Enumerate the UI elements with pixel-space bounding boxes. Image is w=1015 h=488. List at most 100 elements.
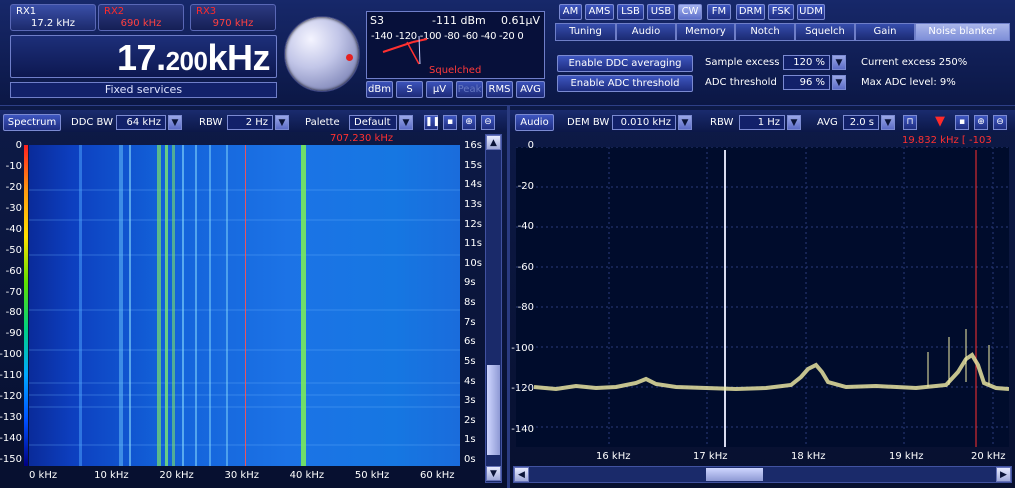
scroll-right-icon[interactable]: ▶ xyxy=(996,467,1011,482)
tab-squelch[interactable]: Squelch xyxy=(795,23,855,41)
rx1-tab[interactable]: RX1 17.2 kHz xyxy=(10,4,96,31)
mode-am[interactable]: AM xyxy=(559,4,582,20)
scroll-down-icon[interactable]: ▼ xyxy=(486,466,501,481)
tab-notch[interactable]: Notch xyxy=(735,23,795,41)
squelch-status: Squelched xyxy=(429,65,482,76)
db-tick: -130 xyxy=(0,412,22,424)
zoom-out-icon[interactable]: ⊖ xyxy=(481,115,495,130)
db-tick: -100 xyxy=(0,349,22,361)
max-adc-readout: Max ADC level: 9% xyxy=(861,77,956,88)
db-axis: 0 -10 -20 -30 -40 -50 -60 -70 -80 -90 -100 -110 -120… xyxy=(0,140,24,470)
adc-threshold-label: ADC threshold xyxy=(705,77,777,88)
frequency-display[interactable]: 17.200kHz xyxy=(10,35,277,78)
palette-select[interactable]: Default xyxy=(349,115,397,130)
enable-ddc-averaging-button[interactable]: Enable DDC averaging xyxy=(557,55,693,72)
scroll-left-icon[interactable]: ◀ xyxy=(514,467,529,482)
marker-triangle-icon[interactable]: ▼ xyxy=(935,115,945,129)
mode-lsb[interactable]: LSB xyxy=(617,4,644,20)
time-tick: 14s xyxy=(464,179,482,191)
meter-avg-button[interactable]: AVG xyxy=(516,81,545,98)
meter-peak-button[interactable]: Peak xyxy=(456,81,483,98)
mode-usb[interactable]: USB xyxy=(647,4,675,20)
adc-threshold-input[interactable]: 96 % xyxy=(783,75,830,90)
zoom-in-icon[interactable]: ⊕ xyxy=(462,115,476,130)
tab-gain[interactable]: Gain xyxy=(855,23,915,41)
mode-ams[interactable]: AMS xyxy=(585,4,614,20)
meter-rms-button[interactable]: RMS xyxy=(486,81,513,98)
save-icon[interactable]: ▪ xyxy=(443,115,457,130)
time-tick: 2s xyxy=(464,414,476,426)
audio-save-icon[interactable]: ▪ xyxy=(955,115,969,130)
time-tick: 5s xyxy=(464,355,476,367)
ddc-bw-select[interactable]: 64 kHz xyxy=(116,115,166,130)
audio-spectrum-plot[interactable] xyxy=(516,146,1010,447)
frequency-unit: kHz xyxy=(207,37,270,78)
meter-s-button[interactable]: S xyxy=(396,81,423,98)
tab-tuning[interactable]: Tuning xyxy=(555,23,616,41)
rbw-label: RBW xyxy=(199,117,223,128)
rbw-dropdown-icon[interactable]: ▼ xyxy=(275,115,289,130)
tab-audio[interactable]: Audio xyxy=(616,23,676,41)
mode-fm[interactable]: FM xyxy=(707,4,731,20)
rx1-freq: 17.2 kHz xyxy=(30,18,75,29)
audio-rbw-select[interactable]: 1 Hz xyxy=(739,115,785,130)
time-tick: 9s xyxy=(464,277,476,289)
audio-freq-tick: 17 kHz xyxy=(693,451,728,462)
mode-fsk[interactable]: FSK xyxy=(768,4,794,20)
audio-rbw-dropdown-icon[interactable]: ▼ xyxy=(787,115,801,130)
tuning-knob[interactable] xyxy=(284,16,360,92)
waterfall-display[interactable] xyxy=(29,145,460,466)
freq-tick: 20 kHz xyxy=(159,470,194,481)
palette-dropdown-icon[interactable]: ▼ xyxy=(399,115,413,130)
audio-db-axis: 0 -20 -40 -60 -80 -100 -120 -140 xyxy=(510,140,536,440)
db-tick: -110 xyxy=(0,370,22,382)
mode-udm[interactable]: UDM xyxy=(797,4,825,20)
spectrum-button[interactable]: Spectrum xyxy=(3,114,61,131)
audio-scrollbar[interactable]: ◀ ▶ xyxy=(513,466,1012,483)
meter-dbm-button[interactable]: dBm xyxy=(366,81,393,98)
meter-uv-button[interactable]: µV xyxy=(426,81,453,98)
audio-db-tick: -120 xyxy=(511,383,534,395)
sample-excess-dropdown-icon[interactable]: ▼ xyxy=(832,55,846,70)
sample-excess-label: Sample excess xyxy=(705,57,780,68)
audio-zoom-in-icon[interactable]: ⊕ xyxy=(974,115,988,130)
lock-icon[interactable]: ⊓ xyxy=(903,115,917,130)
audio-freq-tick: 19 kHz xyxy=(889,451,924,462)
hscroll-thumb[interactable] xyxy=(706,468,763,481)
rbw-select[interactable]: 2 Hz xyxy=(227,115,273,130)
time-tick: 16s xyxy=(464,140,482,151)
db-tick: -150 xyxy=(0,454,22,465)
tab-noise-blanker[interactable]: Noise blanker xyxy=(915,23,1010,41)
receiver-app: RX1 17.2 kHz RX2 690 kHz RX3 970 kHz 17.… xyxy=(0,0,1015,488)
audio-db-tick: -80 xyxy=(517,302,534,314)
audio-zoom-out-icon[interactable]: ⊖ xyxy=(993,115,1007,130)
enable-adc-threshold-button[interactable]: Enable ADC threshold xyxy=(557,75,693,92)
time-axis: 16s 15s 14s 13s 12s 11s 10s 9s 8s 7s 6s 5s 4s 3s 2s 1s 0… xyxy=(462,140,486,470)
color-scale-bar xyxy=(24,145,28,466)
rx2-tab[interactable]: RX2 690 kHz xyxy=(98,4,184,31)
avg-select[interactable]: 2.0 s xyxy=(843,115,879,130)
rx2-freq: 690 kHz xyxy=(120,18,162,29)
freq-tick: 60 kHz xyxy=(420,470,455,481)
audio-freq-tick: 18 kHz xyxy=(791,451,826,462)
ddc-bw-dropdown-icon[interactable]: ▼ xyxy=(168,115,182,130)
mode-drm[interactable]: DRM xyxy=(736,4,765,20)
avg-dropdown-icon[interactable]: ▼ xyxy=(881,115,895,130)
rx3-tab[interactable]: RX3 970 kHz xyxy=(190,4,276,31)
adc-threshold-dropdown-icon[interactable]: ▼ xyxy=(832,75,846,90)
pause-icon[interactable]: ❚❚ xyxy=(424,115,440,130)
dem-bw-select[interactable]: 0.010 kHz xyxy=(612,115,676,130)
dem-bw-dropdown-icon[interactable]: ▼ xyxy=(678,115,692,130)
scroll-thumb[interactable] xyxy=(487,365,500,455)
tab-memory[interactable]: Memory xyxy=(676,23,735,41)
scroll-up-icon[interactable]: ▲ xyxy=(486,135,501,150)
mode-cw[interactable]: CW xyxy=(678,4,702,20)
ddc-bw-label: DDC BW xyxy=(71,117,113,128)
db-tick: -80 xyxy=(5,307,22,319)
time-tick: 4s xyxy=(464,375,476,387)
audio-button[interactable]: Audio xyxy=(515,114,554,131)
cursor-frequency: 707.230 kHz xyxy=(330,133,394,144)
waterfall-scrollbar[interactable]: ▲ ▼ xyxy=(485,134,502,483)
sample-excess-input[interactable]: 120 % xyxy=(783,55,830,70)
knob-indicator-icon xyxy=(346,54,353,61)
